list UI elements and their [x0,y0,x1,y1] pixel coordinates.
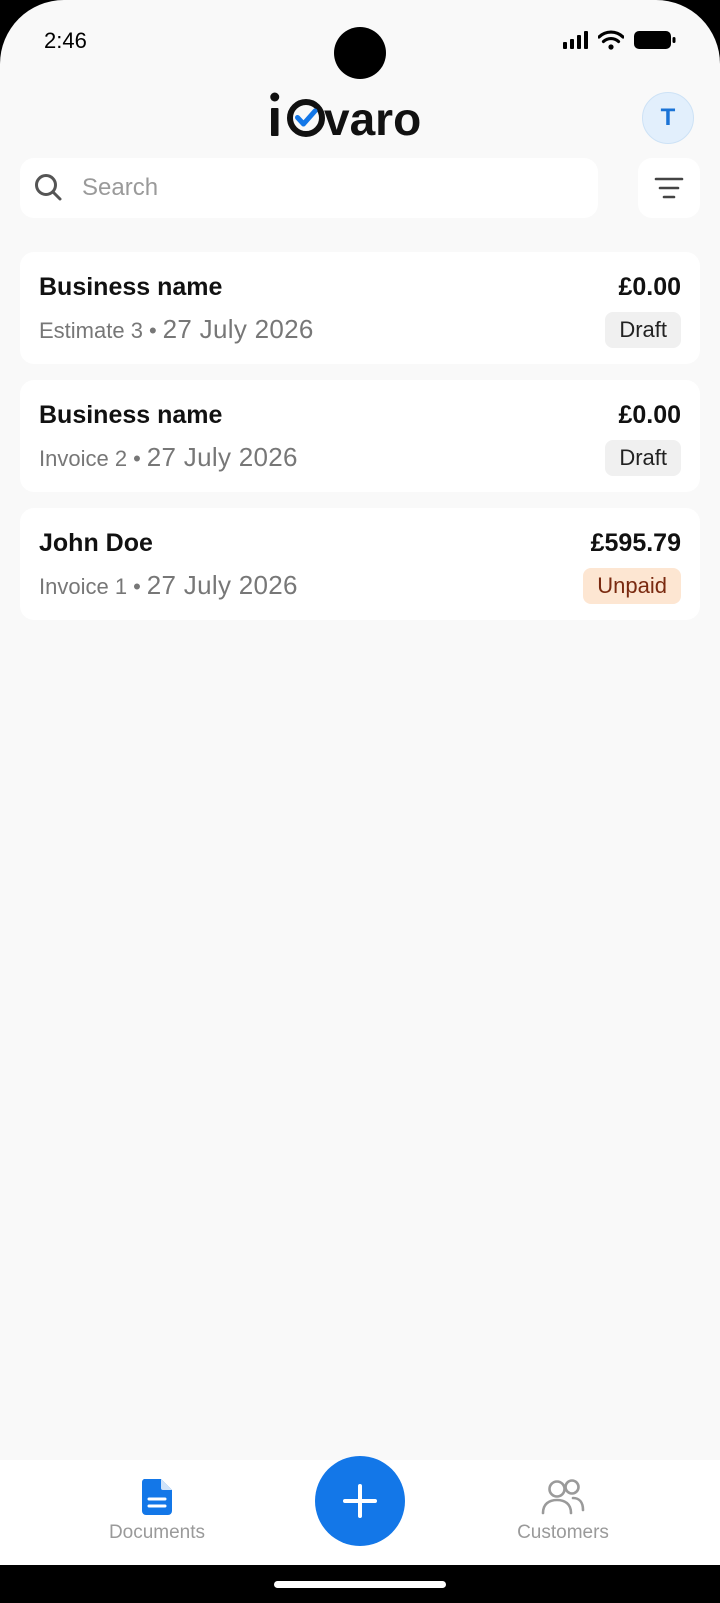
document-date: 27 July 2026 [146,570,298,600]
plus-icon [343,1484,377,1518]
status-time: 2:46 [44,28,87,53]
home-indicator[interactable] [274,1581,446,1588]
document-amount: £0.00 [618,273,681,301]
tab-documents-label: Documents [108,1522,206,1543]
document-card[interactable]: Business name £0.00 Estimate 3 • 27 July… [20,252,700,364]
document-icon [141,1479,172,1515]
document-type: Invoice 2 [39,446,128,471]
document-customer-name: John Doe [39,529,153,557]
document-date: 27 July 2026 [146,442,298,472]
status-icons [563,30,676,50]
search-icon [35,174,62,201]
separator-dot: • [133,446,141,471]
document-amount: £0.00 [618,401,681,429]
document-customer-name: Business name [39,273,223,301]
document-amount: £595.79 [590,529,681,557]
document-customer-name: Business name [39,401,223,429]
document-card[interactable]: John Doe £595.79 Invoice 1 • 27 July 202… [20,508,700,620]
status-badge: Draft [605,440,681,476]
people-icon [541,1479,585,1515]
search-bar[interactable] [20,158,598,218]
status-bar: 2:46 [0,0,720,80]
tab-customers-label: Customers [517,1522,609,1543]
filter-icon [654,177,684,199]
tab-documents[interactable]: Documents [77,1478,237,1544]
document-list: Business name £0.00 Estimate 3 • 27 July… [20,252,700,636]
battery-icon [634,31,676,49]
user-avatar-button[interactable]: T [642,92,694,144]
document-date: 27 July 2026 [162,314,314,344]
document-meta: Estimate 3 • 27 July 2026 [39,314,314,345]
cellular-signal-icon [563,31,588,49]
app-header: varo T [0,88,720,148]
camera-cutout [334,27,386,79]
add-document-button[interactable] [315,1456,405,1546]
logo-image: varo [270,92,421,144]
search-input[interactable] [80,173,564,203]
svg-text:varo: varo [324,93,421,144]
separator-dot: • [133,574,141,599]
filter-button[interactable] [638,158,700,218]
status-badge: Draft [605,312,681,348]
document-meta: Invoice 1 • 27 July 2026 [39,570,298,601]
status-badge: Unpaid [583,568,681,604]
tab-customers[interactable]: Customers [483,1478,643,1544]
wifi-icon [598,30,624,50]
document-type: Invoice 1 [39,574,128,599]
document-meta: Invoice 2 • 27 July 2026 [39,442,298,473]
app-screen: 2:46 varo T Search Business name £0.00 E… [0,0,720,1565]
document-type: Estimate 3 [39,318,143,343]
separator-dot: • [148,318,157,343]
document-card[interactable]: Business name £0.00 Invoice 2 • 27 July … [20,380,700,492]
app-logo: varo [270,88,442,144]
